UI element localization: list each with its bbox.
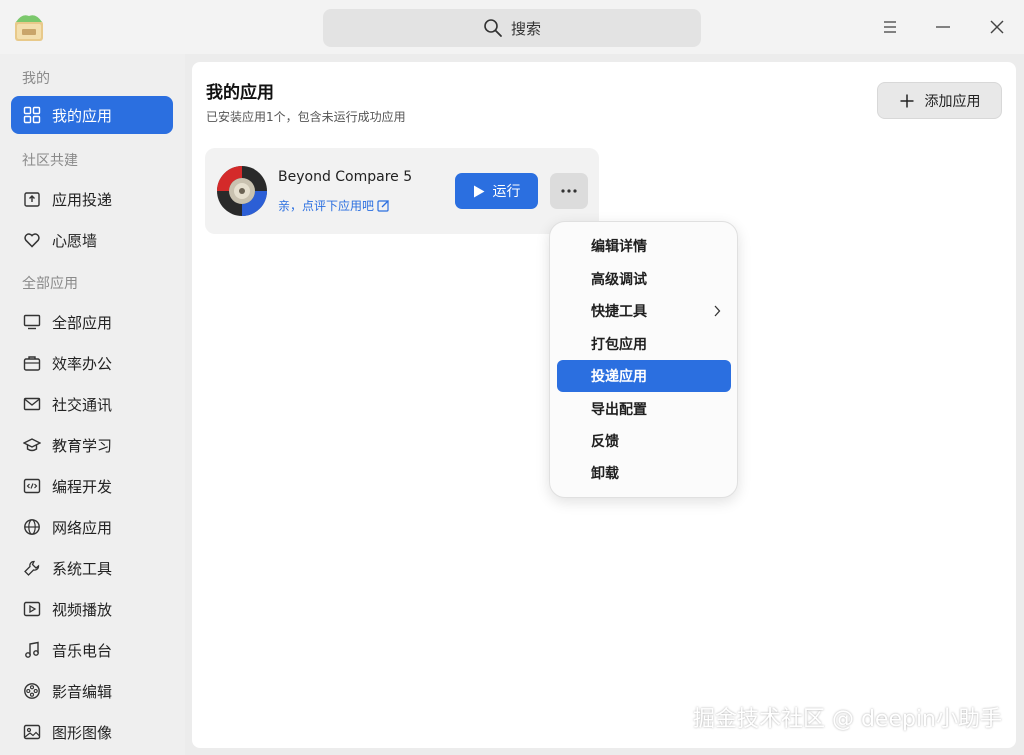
page-title: 我的应用 xyxy=(206,83,274,103)
sidebar-item-label: 全部应用 xyxy=(52,313,113,332)
code-icon xyxy=(23,478,41,494)
sidebar-item-all-apps[interactable]: 全部应用 xyxy=(11,303,173,341)
sidebar-item-office[interactable]: 效率办公 xyxy=(11,344,173,382)
app-store-logo-icon xyxy=(12,10,46,44)
run-button[interactable]: 运行 xyxy=(455,173,538,209)
sidebar-item-label: 心愿墙 xyxy=(52,231,98,250)
sidebar-item-video[interactable]: 视频播放 xyxy=(11,590,173,628)
menu-item-feedback[interactable]: 反馈 xyxy=(557,425,731,457)
rate-app-link[interactable]: 亲，点评下应用吧 xyxy=(278,197,390,214)
sidebar-item-label: 视频播放 xyxy=(52,600,113,619)
image-icon xyxy=(23,724,41,740)
sidebar-item-label: 图形图像 xyxy=(52,723,113,742)
menu-item-submit-app[interactable]: 投递应用 xyxy=(557,360,731,392)
heart-icon xyxy=(24,233,40,248)
sidebar-item-graphics[interactable]: 图形图像 xyxy=(11,713,173,751)
monitor-icon xyxy=(23,314,41,330)
menu-item-quick-tools[interactable]: 快捷工具 xyxy=(557,295,731,327)
sidebar-item-programming[interactable]: 编程开发 xyxy=(11,467,173,505)
more-options-button[interactable] xyxy=(550,173,588,209)
sidebar-item-music[interactable]: 音乐电台 xyxy=(11,631,173,669)
app-context-menu: 编辑详情 高级调试 快捷工具 打包应用 投递应用 导出配置 反馈 卸载 xyxy=(549,221,738,498)
rate-app-label: 亲，点评下应用吧 xyxy=(278,199,375,213)
sidebar-item-label: 社交通讯 xyxy=(52,395,113,414)
menu-item-package-app[interactable]: 打包应用 xyxy=(557,328,731,360)
section-title-community: 社区共建 xyxy=(22,153,78,169)
menu-item-label: 打包应用 xyxy=(591,337,647,353)
sidebar-item-network[interactable]: 网络应用 xyxy=(11,508,173,546)
menu-item-label: 导出配置 xyxy=(591,402,647,418)
menu-item-uninstall[interactable]: 卸载 xyxy=(557,457,731,489)
sidebar-item-wish-wall[interactable]: 心愿墙 xyxy=(11,221,173,259)
add-app-label: 添加应用 xyxy=(924,93,981,110)
section-title-all-apps: 全部应用 xyxy=(22,276,78,292)
mail-icon xyxy=(23,397,41,411)
page-subtitle: 已安装应用1个，包含未运行成功应用 xyxy=(206,110,406,124)
sidebar-item-label: 应用投递 xyxy=(52,190,113,209)
menu-item-label: 反馈 xyxy=(591,434,619,450)
sidebar-item-label: 我的应用 xyxy=(52,106,113,125)
menu-item-label: 编辑详情 xyxy=(591,239,647,255)
menu-item-edit-details[interactable]: 编辑详情 xyxy=(557,230,731,262)
edit-icon xyxy=(377,200,389,212)
sidebar-item-label: 音乐电台 xyxy=(52,641,113,660)
hamburger-menu-icon xyxy=(884,21,896,33)
search-icon xyxy=(484,19,502,37)
sidebar-item-label: 编程开发 xyxy=(52,477,113,496)
play-icon xyxy=(473,185,484,197)
sidebar-item-my-apps[interactable]: 我的应用 xyxy=(11,96,173,134)
globe-icon xyxy=(24,519,40,535)
sidebar-item-media-edit[interactable]: 影音编辑 xyxy=(11,672,173,710)
menu-item-advanced-debug[interactable]: 高级调试 xyxy=(557,263,731,295)
sidebar-item-label: 效率办公 xyxy=(52,354,113,373)
upload-box-icon xyxy=(24,192,40,207)
chevron-right-icon xyxy=(714,305,721,317)
menu-item-label: 投递应用 xyxy=(591,369,647,385)
section-title-mine: 我的 xyxy=(22,71,50,87)
title-bar: 搜索 xyxy=(0,0,1024,54)
sidebar-item-label: 网络应用 xyxy=(52,518,113,537)
plus-icon xyxy=(900,94,913,107)
menu-item-export-config[interactable]: 导出配置 xyxy=(557,393,731,425)
sidebar: 我的 我的应用 社区共建 应用投递 心愿墙 全部应用 全部应用 效率办公 社交通… xyxy=(0,54,185,755)
search-bar[interactable]: 搜索 xyxy=(323,9,701,47)
sidebar-item-label: 影音编辑 xyxy=(52,682,113,701)
add-app-button[interactable]: 添加应用 xyxy=(877,82,1002,119)
watermark: 掘金技术社区 @ deepin小助手 xyxy=(692,707,1002,732)
grid-icon xyxy=(23,106,41,124)
film-reel-icon xyxy=(24,683,40,699)
minimize-button[interactable] xyxy=(930,14,956,40)
music-icon xyxy=(25,641,39,658)
graduation-cap-icon xyxy=(23,438,41,452)
video-icon xyxy=(23,601,41,617)
sidebar-item-label: 教育学习 xyxy=(52,436,113,455)
sidebar-item-app-submit[interactable]: 应用投递 xyxy=(11,180,173,218)
sidebar-item-label: 系统工具 xyxy=(52,559,113,578)
app-card: Beyond Compare 5 亲，点评下应用吧 运行 xyxy=(205,148,599,234)
menu-item-label: 快捷工具 xyxy=(591,304,647,320)
close-button[interactable] xyxy=(984,14,1010,40)
briefcase-icon xyxy=(23,356,41,371)
wrench-icon xyxy=(24,560,40,576)
sidebar-item-social[interactable]: 社交通讯 xyxy=(11,385,173,423)
minimize-icon xyxy=(936,26,950,28)
search-placeholder: 搜索 xyxy=(510,19,541,38)
menu-item-label: 高级调试 xyxy=(591,272,647,288)
menu-item-label: 卸载 xyxy=(591,466,619,482)
app-name: Beyond Compare 5 xyxy=(278,169,413,185)
run-label: 运行 xyxy=(492,184,521,200)
close-icon xyxy=(990,20,1004,34)
menu-button[interactable] xyxy=(877,14,903,40)
more-dots-icon xyxy=(561,189,577,193)
beyond-compare-app-icon xyxy=(215,164,269,218)
sidebar-item-education[interactable]: 教育学习 xyxy=(11,426,173,464)
sidebar-item-system-tools[interactable]: 系统工具 xyxy=(11,549,173,587)
